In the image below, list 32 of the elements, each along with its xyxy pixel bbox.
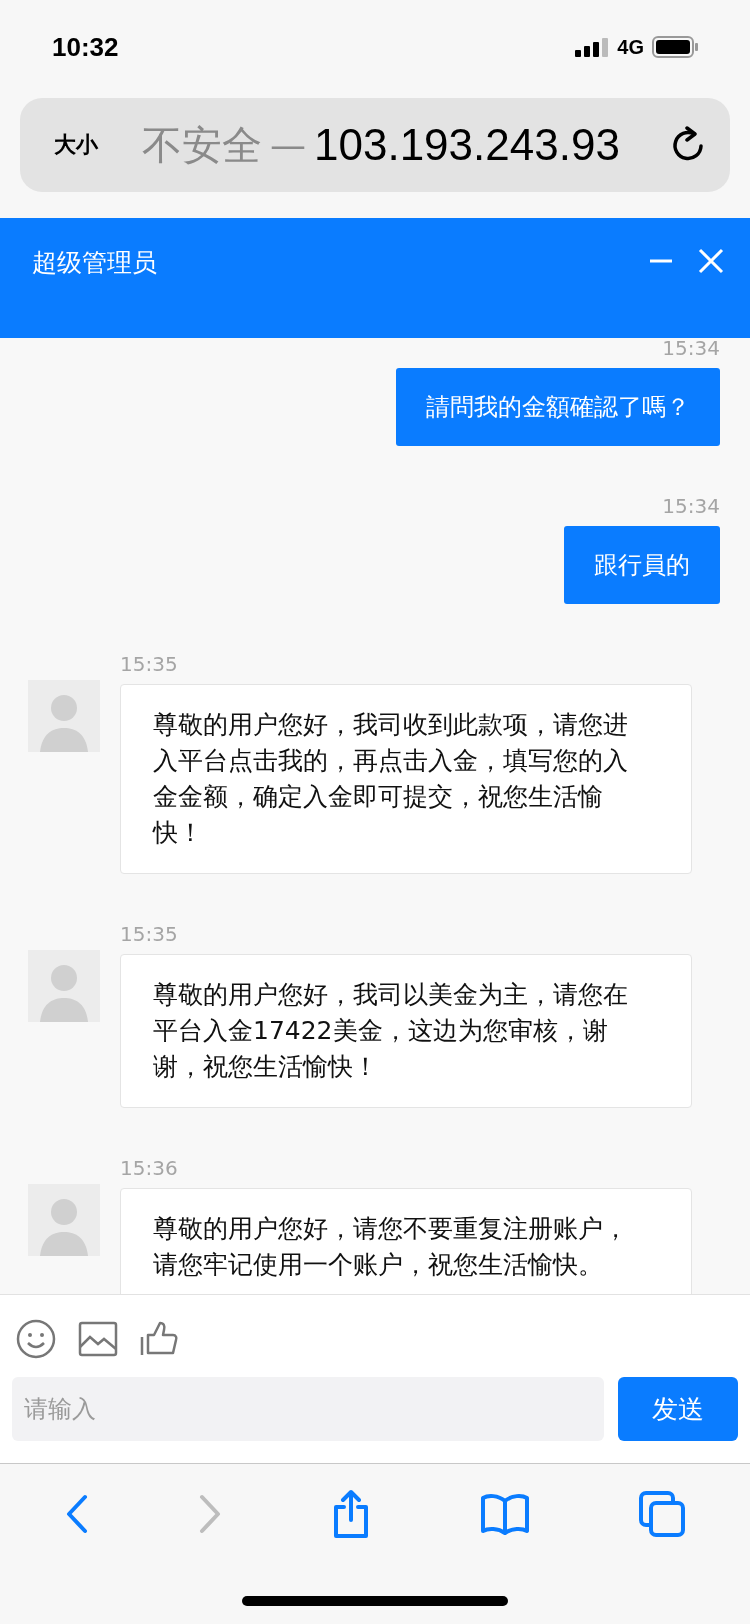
- emoji-icon[interactable]: [16, 1319, 56, 1359]
- clock-time: 10:32: [52, 31, 119, 63]
- minimize-icon[interactable]: [650, 259, 672, 263]
- close-icon[interactable]: [698, 248, 724, 274]
- message-bubble: 尊敬的用户您好，我司以美金为主，请您在平台入金17422美金，这边为您审核，谢谢，祝您生活愉快！: [120, 954, 692, 1108]
- battery-icon: [652, 36, 698, 58]
- send-button[interactable]: 发送: [618, 1377, 738, 1441]
- separator-dash: —: [270, 124, 306, 166]
- bookmarks-button[interactable]: [480, 1493, 531, 1535]
- message-time: 15:36: [120, 1156, 178, 1180]
- security-label: 不安全: [142, 120, 262, 170]
- message-time: 15:34: [662, 338, 720, 360]
- image-icon[interactable]: [78, 1321, 118, 1357]
- message-bubble: 請問我的金額確認了嗎？: [396, 368, 720, 446]
- url-text: 103.193.243.93: [314, 120, 621, 170]
- signal-icon: [575, 37, 610, 57]
- message-time: 15:35: [120, 652, 178, 676]
- chat-title: 超级管理员: [32, 247, 158, 279]
- text-size-button[interactable]: 大小: [54, 130, 142, 160]
- message-time: 15:34: [662, 494, 720, 518]
- message-bubble: 跟行員的: [564, 526, 720, 604]
- avatar: [28, 1184, 100, 1256]
- message-input[interactable]: 请输入: [12, 1377, 604, 1441]
- message-time: 15:35: [120, 922, 178, 946]
- message-bubble: 尊敬的用户您好，我司收到此款项，请您进入平台点击我的，再点击入金，填写您的入金金额，确定入金即可提交，祝您生活愉快！: [120, 684, 692, 874]
- avatar: [28, 950, 100, 1022]
- tabs-button[interactable]: [639, 1491, 686, 1537]
- address-bar[interactable]: 大小 不安全 — 103.193.243.93: [20, 98, 730, 192]
- network-label: 4G: [617, 35, 644, 59]
- avatar: [28, 680, 100, 752]
- message-bubble: 尊敬的用户您好，请您不要重复注册账户，请您牢记使用一个账户，祝您生活愉快。: [120, 1188, 692, 1294]
- back-button[interactable]: [64, 1494, 89, 1534]
